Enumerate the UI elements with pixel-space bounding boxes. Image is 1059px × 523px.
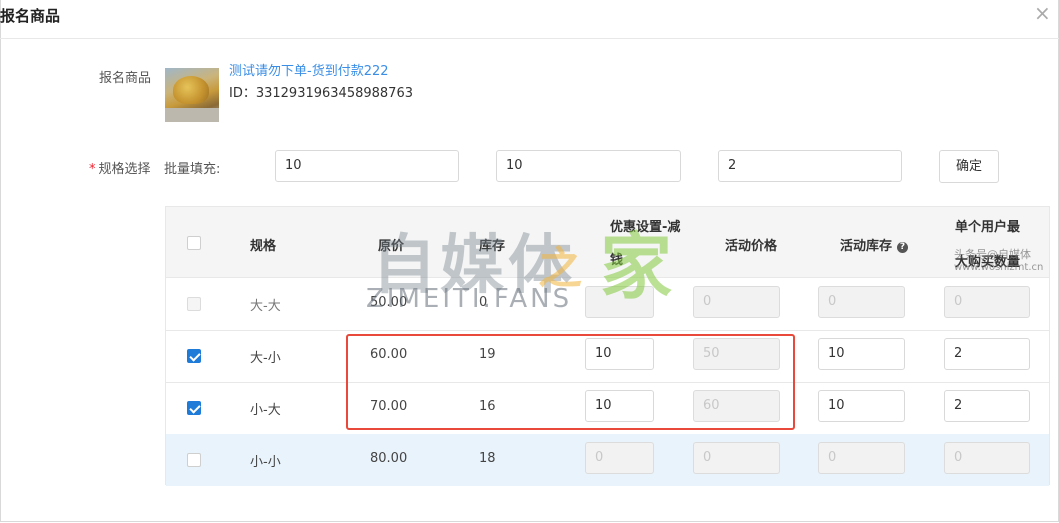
row-stock: 19 xyxy=(479,347,496,362)
row-spec: 小-小 xyxy=(250,455,281,470)
row-activity-price-input: 60 xyxy=(693,390,780,422)
table-row: 大-大 50.00 0 0 0 0 xyxy=(166,278,1049,331)
select-all-checkbox[interactable] xyxy=(187,236,201,250)
row-activity-stock-input[interactable]: 0 xyxy=(818,442,905,474)
row-activity-price-input: 0 xyxy=(693,442,780,474)
table-row: 小-小 80.00 18 0 0 0 0 xyxy=(166,434,1049,486)
row-activity-stock-input[interactable]: 10 xyxy=(818,338,905,370)
row-stock: 18 xyxy=(479,451,496,466)
dialog-title: 报名商品 xyxy=(0,7,61,25)
product-id: ID：3312931963458988763 xyxy=(229,86,413,101)
spec-table: 规格 原价 库存 优惠设置-减 钱 活动价格 活动库存? 单个用户最 大购买数量… xyxy=(165,206,1050,486)
row-discount-input[interactable]: 10 xyxy=(585,338,654,370)
header-discount-line1: 优惠设置-减 xyxy=(610,220,681,235)
row-discount-input[interactable]: 0 xyxy=(585,442,654,474)
row-limit-input[interactable]: 2 xyxy=(944,338,1030,370)
batch-discount-input[interactable]: 10 xyxy=(275,150,459,182)
table-row: 大-小 60.00 19 10 50 10 2 xyxy=(166,330,1049,383)
batch-stock-input[interactable]: 10 xyxy=(496,150,681,182)
header-divider xyxy=(0,38,1059,39)
row-price: 50.00 xyxy=(370,295,408,310)
header-activity-price: 活动价格 xyxy=(725,239,778,254)
row-activity-stock-input[interactable]: 0 xyxy=(818,286,905,318)
row-price: 80.00 xyxy=(370,451,408,466)
row-checkbox[interactable] xyxy=(187,297,201,311)
header-activity-stock: 活动库存? xyxy=(840,235,909,254)
spec-label-text: 规格选择 xyxy=(98,162,151,177)
thumbnail-ground xyxy=(165,108,219,122)
row-checkbox[interactable] xyxy=(187,349,201,363)
spec-label: * 规格选择 xyxy=(89,158,151,177)
batch-fill-label: 批量填充: xyxy=(164,162,221,177)
required-mark: * xyxy=(89,162,96,177)
header-discount-line2: 钱 xyxy=(610,253,624,268)
row-limit-input[interactable]: 2 xyxy=(944,390,1030,422)
close-icon[interactable]: × xyxy=(1034,3,1051,23)
table-row: 小-大 70.00 16 10 60 10 2 xyxy=(166,382,1049,435)
confirm-button[interactable]: 确定 xyxy=(939,150,999,183)
header-activity-stock-text: 活动库存 xyxy=(840,239,893,254)
row-checkbox[interactable] xyxy=(187,401,201,415)
tree-photo-icon xyxy=(173,76,209,104)
row-activity-stock-input[interactable]: 10 xyxy=(818,390,905,422)
row-limit-input[interactable]: 0 xyxy=(944,286,1030,318)
row-price: 70.00 xyxy=(370,399,408,414)
header-spec: 规格 xyxy=(250,239,277,254)
row-limit-input[interactable]: 0 xyxy=(944,442,1030,474)
header-limit-line2: 大购买数量 xyxy=(955,255,1021,270)
table-header: 规格 原价 库存 优惠设置-减 钱 活动价格 活动库存? 单个用户最 大购买数量 xyxy=(166,207,1049,278)
header-original-price: 原价 xyxy=(378,239,405,254)
row-spec: 大-大 xyxy=(250,299,281,314)
row-activity-price-input: 50 xyxy=(693,338,780,370)
row-stock: 0 xyxy=(479,295,488,310)
product-label: 报名商品 xyxy=(99,71,152,86)
row-activity-price-input: 0 xyxy=(693,286,780,318)
batch-limit-input[interactable]: 2 xyxy=(718,150,902,182)
header-limit-line1: 单个用户最 xyxy=(955,220,1021,235)
row-discount-input[interactable]: 10 xyxy=(585,390,654,422)
row-stock: 16 xyxy=(479,399,496,414)
row-price: 60.00 xyxy=(370,347,408,362)
row-checkbox[interactable] xyxy=(187,453,201,467)
row-spec: 大-小 xyxy=(250,351,281,366)
row-spec: 小-大 xyxy=(250,403,281,418)
product-thumbnail xyxy=(165,68,219,122)
row-discount-input[interactable] xyxy=(585,286,654,318)
product-name-link[interactable]: 测试请勿下单-货到付款222 xyxy=(229,60,389,79)
help-icon[interactable]: ? xyxy=(897,242,909,253)
header-stock: 库存 xyxy=(479,239,506,254)
